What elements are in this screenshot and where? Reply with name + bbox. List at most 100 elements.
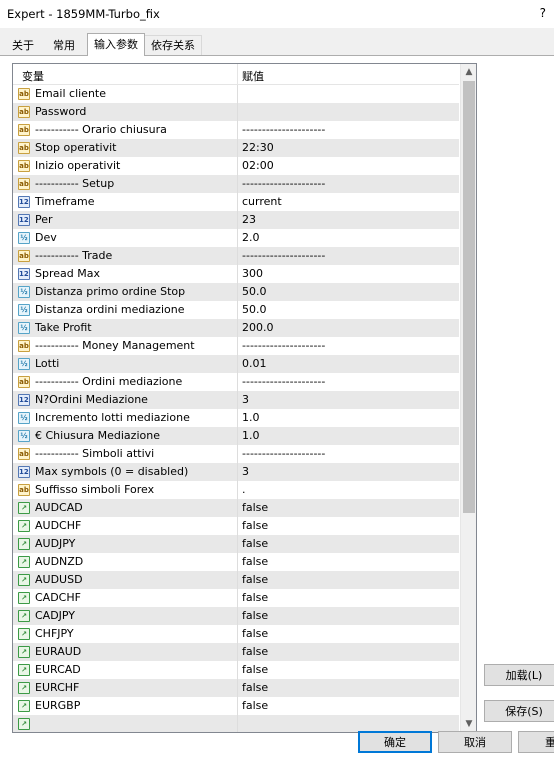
parameter-row[interactable]: ↗ CADJPY false: [13, 607, 459, 625]
parameter-name: AUDUSD: [35, 573, 83, 586]
column-divider[interactable]: [237, 64, 238, 84]
parameter-row[interactable]: ab ----------- Money Management ----------…: [13, 337, 459, 355]
help-icon[interactable]: ?: [540, 6, 546, 20]
parameter-value[interactable]: 3: [242, 465, 249, 478]
parameter-value[interactable]: false: [242, 645, 268, 658]
cell-divider: [237, 211, 238, 229]
parameter-value[interactable]: .: [242, 483, 246, 496]
parameter-row[interactable]: 123 Max symbols (0 = disabled) 3: [13, 463, 459, 481]
parameter-row[interactable]: ↗ EURGBP false: [13, 697, 459, 715]
scroll-up-icon[interactable]: ▲: [461, 64, 476, 80]
parameter-value[interactable]: ---------------------: [242, 375, 325, 388]
parameter-row[interactable]: ↗ CADCHF false: [13, 589, 459, 607]
parameter-row[interactable]: 123 N?Ordini Mediazione 3: [13, 391, 459, 409]
parameter-row[interactable]: ½ Distanza primo ordine Stop 50.0: [13, 283, 459, 301]
parameter-row[interactable]: ↗ AUDNZD false: [13, 553, 459, 571]
parameter-row[interactable]: 123 Timeframe current: [13, 193, 459, 211]
parameter-row[interactable]: ½ € Chiusura Mediazione 1.0: [13, 427, 459, 445]
parameters-grid: 变量 赋值 ab Email cliente ab Password ab -------…: [12, 63, 477, 733]
parameter-value[interactable]: false: [242, 537, 268, 550]
parameter-name: CADCHF: [35, 591, 81, 604]
parameter-row[interactable]: ½ Incremento lotti mediazione 1.0: [13, 409, 459, 427]
column-header-value[interactable]: 赋值: [242, 68, 264, 84]
parameter-value[interactable]: false: [242, 663, 268, 676]
parameter-value[interactable]: ---------------------: [242, 177, 325, 190]
parameter-value[interactable]: ---------------------: [242, 339, 325, 352]
parameter-name: Distanza ordini mediazione: [35, 303, 185, 316]
reset-button[interactable]: 重: [518, 731, 554, 753]
parameter-value[interactable]: 3: [242, 393, 249, 406]
parameter-row[interactable]: ½ Distanza ordini mediazione 50.0: [13, 301, 459, 319]
parameter-value[interactable]: 1.0: [242, 411, 260, 424]
parameter-row[interactable]: 123 Per 23: [13, 211, 459, 229]
parameter-row[interactable]: ↗ AUDUSD false: [13, 571, 459, 589]
integer-type-icon: 123: [18, 466, 30, 478]
parameter-value[interactable]: 22:30: [242, 141, 274, 154]
parameter-value[interactable]: 300: [242, 267, 263, 280]
vertical-scrollbar[interactable]: ▲ ▼: [460, 64, 476, 732]
tab-dependencies[interactable]: 依存关系: [144, 35, 202, 55]
parameter-value[interactable]: 23: [242, 213, 256, 226]
parameter-value[interactable]: 02:00: [242, 159, 274, 172]
bool-chart-icon: ↗: [18, 502, 30, 514]
parameter-value[interactable]: false: [242, 555, 268, 568]
parameter-row[interactable]: ab ----------- Trade ---------------------: [13, 247, 459, 265]
parameter-value[interactable]: current: [242, 195, 282, 208]
parameter-name: Lotti: [35, 357, 60, 370]
parameter-value[interactable]: false: [242, 501, 268, 514]
cancel-button[interactable]: 取消: [438, 731, 512, 753]
parameter-value[interactable]: ---------------------: [242, 447, 325, 460]
double-type-icon: ½: [18, 232, 30, 244]
parameter-row[interactable]: ↗ CHFJPY false: [13, 625, 459, 643]
parameter-row[interactable]: 123 Spread Max 300: [13, 265, 459, 283]
parameter-value[interactable]: false: [242, 519, 268, 532]
parameter-row[interactable]: ½ Take Profit 200.0: [13, 319, 459, 337]
parameter-value[interactable]: 200.0: [242, 321, 274, 334]
parameter-rows: ab Email cliente ab Password ab ----------- O…: [13, 85, 459, 732]
parameter-row[interactable]: ab Suffisso simboli Forex.: [13, 481, 459, 499]
parameter-value[interactable]: 0.01: [242, 357, 267, 370]
parameter-name: ----------- Orario chiusura: [35, 123, 167, 136]
parameter-row[interactable]: ab Password: [13, 103, 459, 121]
parameter-row[interactable]: ab ----------- Ordini mediazione ---------…: [13, 373, 459, 391]
parameter-row[interactable]: ↗ EURCHF false: [13, 679, 459, 697]
parameter-row[interactable]: ↗ AUDCAD false: [13, 499, 459, 517]
parameter-row[interactable]: ab ----------- Setup ---------------------: [13, 175, 459, 193]
scroll-down-icon[interactable]: ▼: [461, 716, 476, 732]
parameter-row[interactable]: ↗ AUDCHF false: [13, 517, 459, 535]
parameter-row[interactable]: ab Email cliente: [13, 85, 459, 103]
tab-inputs[interactable]: 输入参数: [87, 33, 145, 56]
parameter-value[interactable]: false: [242, 681, 268, 694]
parameter-row[interactable]: ↗ AUDJPY false: [13, 535, 459, 553]
parameter-value[interactable]: 50.0: [242, 303, 267, 316]
parameter-row[interactable]: ½ Lotti 0.01: [13, 355, 459, 373]
parameter-value[interactable]: 2.0: [242, 231, 260, 244]
scrollbar-thumb[interactable]: [463, 81, 475, 513]
ok-button[interactable]: 确定: [358, 731, 432, 753]
parameter-value[interactable]: false: [242, 627, 268, 640]
parameter-value[interactable]: false: [242, 609, 268, 622]
parameter-row[interactable]: ab Inizio operativit 02:00: [13, 157, 459, 175]
parameter-name: N?Ordini Mediazione: [35, 393, 148, 406]
tab-common[interactable]: 常用: [46, 35, 82, 56]
double-type-icon: ½: [18, 412, 30, 424]
cell-divider: [237, 661, 238, 679]
double-type-icon: ½: [18, 322, 30, 334]
parameter-value[interactable]: false: [242, 699, 268, 712]
parameter-value[interactable]: ---------------------: [242, 249, 325, 262]
parameter-row[interactable]: ↗ EURAUD false: [13, 643, 459, 661]
parameter-row[interactable]: ½ Dev 2.0: [13, 229, 459, 247]
parameter-value[interactable]: ---------------------: [242, 123, 325, 136]
parameter-value[interactable]: 50.0: [242, 285, 267, 298]
parameter-value[interactable]: false: [242, 591, 268, 604]
parameter-value[interactable]: false: [242, 573, 268, 586]
load-button[interactable]: 加载(L): [484, 664, 554, 686]
parameter-row[interactable]: ab ----------- Orario chiusura -----------…: [13, 121, 459, 139]
save-button[interactable]: 保存(S): [484, 700, 554, 722]
column-header-variable[interactable]: 变量: [22, 68, 44, 84]
parameter-row[interactable]: ab ----------- Simboli attivi ------------…: [13, 445, 459, 463]
tab-about[interactable]: 关于: [6, 35, 40, 56]
parameter-value[interactable]: 1.0: [242, 429, 260, 442]
parameter-row[interactable]: ab Stop operativit 22:30: [13, 139, 459, 157]
parameter-row[interactable]: ↗ EURCAD false: [13, 661, 459, 679]
